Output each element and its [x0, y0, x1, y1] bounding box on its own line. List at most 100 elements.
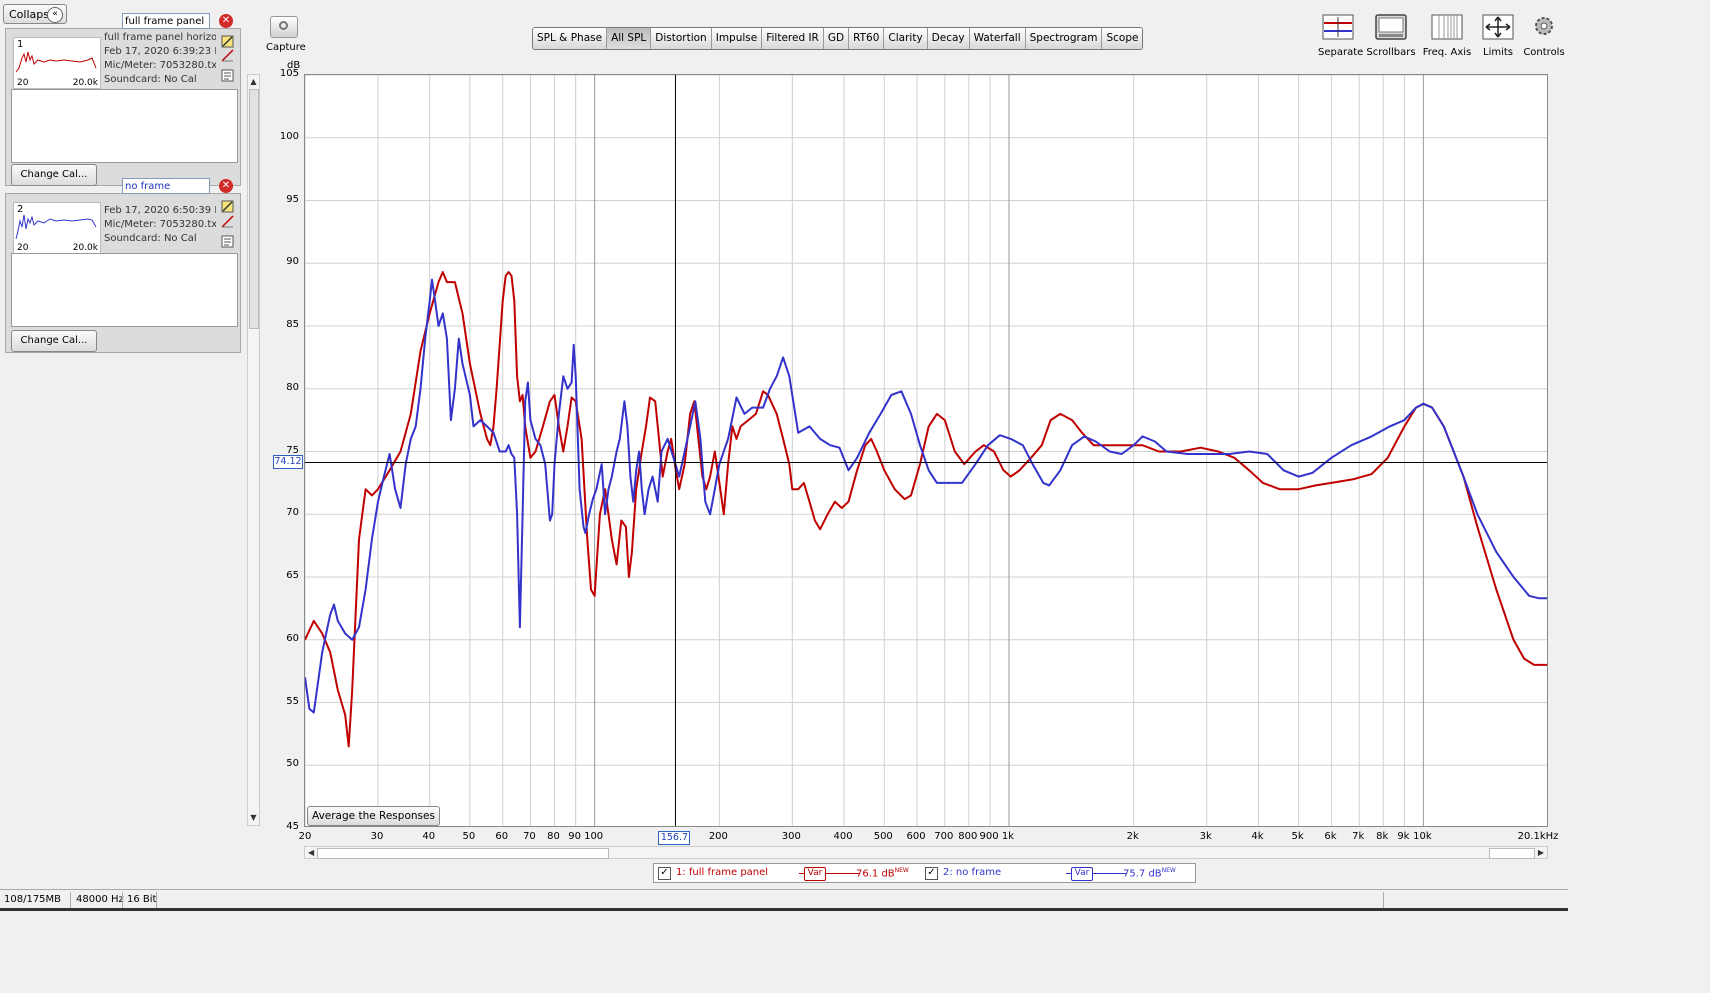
- controls-button[interactable]: Controls: [1523, 14, 1565, 58]
- x-tick-label: 300: [781, 831, 801, 842]
- tab-filtered-ir[interactable]: Filtered IR: [762, 28, 824, 49]
- capture-button[interactable]: Capture: [266, 16, 306, 53]
- scroll-down-icon[interactable]: ▼: [248, 812, 259, 824]
- y-tick-label: 105: [279, 68, 299, 79]
- gear-icon: [1535, 17, 1553, 35]
- series-line-1: [305, 271, 1547, 748]
- graph-tab-bar: SPL & Phase All SPL Distortion Impulse Filte…: [532, 27, 1144, 50]
- chevron-left-icon: «: [47, 7, 63, 23]
- tab-impulse[interactable]: Impulse: [711, 28, 763, 49]
- y-tick-label: 50: [286, 758, 299, 770]
- legend-level-2: 75.7 dBNEW: [1123, 867, 1176, 879]
- controls-label: Controls: [1523, 47, 1565, 58]
- measurement-title: full frame panel horizonta: [104, 32, 216, 43]
- x-tick-label: 200: [708, 831, 728, 842]
- y-tick-label: 100: [279, 130, 299, 142]
- x-tick-label: 1k: [1001, 831, 1015, 842]
- scrollbar-thumb-right[interactable]: [1489, 848, 1535, 859]
- x-tick-label: 7k: [1352, 831, 1365, 842]
- memory-usage: 108/175MB: [4, 894, 62, 905]
- scroll-right-icon[interactable]: ▶: [1538, 847, 1544, 858]
- tab-clarity[interactable]: Clarity: [884, 28, 928, 49]
- camera-icon: [270, 16, 298, 38]
- average-responses-button[interactable]: Average the Responses: [307, 806, 440, 826]
- graph-legend: ✓ 1: full frame panel Var 76.1 dBNEW ✓ 2…: [653, 863, 1196, 883]
- scrollbar-thumb[interactable]: [317, 848, 609, 859]
- separate-button[interactable]: Separate: [1318, 14, 1363, 58]
- spl-graph[interactable]: [304, 74, 1548, 827]
- measurement-notes-1[interactable]: [11, 89, 238, 163]
- measurement-info-1: full frame panel horizonta Feb 17, 2020 …: [104, 31, 216, 87]
- tab-spectrogram[interactable]: Spectrogram: [1025, 28, 1103, 49]
- sample-rate: 48000 Hz: [76, 894, 124, 905]
- x-tick-label: 10k: [1413, 831, 1432, 842]
- legend-level-1: 76.1 dBNEW: [856, 867, 909, 879]
- tab-all-spl[interactable]: All SPL: [607, 28, 652, 49]
- legend-label-2: 2: no frame: [943, 867, 1002, 878]
- tab-decay[interactable]: Decay: [927, 28, 970, 49]
- close-measurement-icon-1[interactable]: ✕: [219, 14, 233, 28]
- pencil-chart-icon[interactable]: [221, 200, 234, 213]
- x-tick-label: 700: [934, 831, 954, 842]
- color-line-icon[interactable]: [221, 49, 234, 62]
- notes-icon[interactable]: [221, 69, 234, 82]
- measurement-panel-2[interactable]: 2 20 20.0k Feb 17, 2020 6:50:39 PM Mic/M…: [5, 193, 241, 353]
- color-line-icon[interactable]: [221, 215, 234, 228]
- status-divider: [1383, 892, 1384, 908]
- change-cal-button-1[interactable]: Change Cal...: [11, 164, 97, 186]
- x-tick-label: 3k: [1199, 831, 1212, 842]
- legend-checkbox-2[interactable]: ✓: [925, 867, 938, 880]
- y-tick-label: 60: [286, 632, 299, 644]
- series-line-2: [305, 278, 1547, 714]
- legend-level-value-1: 76.1 dB: [856, 868, 895, 880]
- measurement-info-2: Feb 17, 2020 6:50:39 PM Mic/Meter: 70532…: [104, 204, 216, 246]
- spl-graph-canvas[interactable]: [305, 75, 1548, 827]
- freq-axis-button[interactable]: Freq. Axis: [1422, 14, 1472, 58]
- tab-spl-phase[interactable]: SPL & Phase: [533, 28, 608, 49]
- measurement-thumbnail-1[interactable]: 1 20 20.0k: [13, 37, 101, 89]
- limits-button[interactable]: Limits: [1480, 14, 1516, 58]
- y-tick-label: 90: [286, 256, 299, 268]
- close-measurement-icon-2[interactable]: ✕: [219, 179, 233, 193]
- status-divider: [122, 892, 123, 908]
- x-tick-label: 8k: [1376, 831, 1389, 842]
- x-tick-label: 90: [568, 831, 582, 842]
- graph-horizontal-scrollbar[interactable]: ◀ ▶: [304, 846, 1548, 859]
- legend-new-badge-2: NEW: [1161, 867, 1176, 874]
- scrollbars-button[interactable]: Scrollbars: [1366, 14, 1416, 58]
- scrollbar-thumb[interactable]: [249, 89, 259, 329]
- legend-new-badge-1: NEW: [894, 867, 909, 874]
- thumb-x-start: 20: [17, 78, 29, 88]
- tab-scope[interactable]: Scope: [1102, 28, 1143, 49]
- legend-var-button-2[interactable]: Var: [1071, 867, 1093, 881]
- measurement-panel-1[interactable]: 1 20 20.0k full frame panel horizonta Fe…: [5, 28, 241, 186]
- thumb-x-start: 20: [17, 243, 29, 253]
- x-tick-label: 60: [495, 831, 509, 842]
- tab-waterfall[interactable]: Waterfall: [969, 28, 1026, 49]
- y-tick-label: 70: [286, 507, 299, 519]
- tab-distortion[interactable]: Distortion: [651, 28, 712, 49]
- y-tick-label: 45: [286, 821, 299, 832]
- x-tick-label: 900: [979, 831, 999, 842]
- measurements-scrollbar[interactable]: ▲ ▼: [247, 74, 260, 826]
- scroll-up-icon[interactable]: ▲: [248, 76, 259, 88]
- tab-gd[interactable]: GD: [823, 28, 850, 49]
- pencil-chart-icon[interactable]: [221, 35, 234, 48]
- measurement-thumbnail-2[interactable]: 2 20 20.0k: [13, 202, 101, 254]
- measurement-date: Feb 17, 2020 6:39:23 PM: [104, 46, 216, 57]
- x-tick-label: 80: [547, 831, 560, 842]
- tab-rt60[interactable]: RT60: [849, 28, 885, 49]
- x-tick-label: 6k: [1324, 831, 1337, 842]
- legend-checkbox-1[interactable]: ✓: [658, 867, 671, 880]
- scrollbars-label: Scrollbars: [1366, 47, 1416, 58]
- collapse-button[interactable]: Collapse «: [3, 4, 67, 24]
- x-tick-label: 9k: [1397, 831, 1410, 842]
- measurement-notes-2[interactable]: [11, 253, 238, 327]
- measurement-name-field-1[interactable]: full frame panel: [122, 13, 210, 29]
- change-cal-button-2[interactable]: Change Cal...: [11, 330, 97, 352]
- scroll-left-icon[interactable]: ◀: [308, 847, 314, 858]
- measurement-name-field-2[interactable]: no frame: [122, 178, 210, 194]
- legend-var-button-1[interactable]: Var: [804, 867, 826, 881]
- notes-icon[interactable]: [221, 235, 234, 248]
- x-tick-label: 70: [523, 831, 536, 842]
